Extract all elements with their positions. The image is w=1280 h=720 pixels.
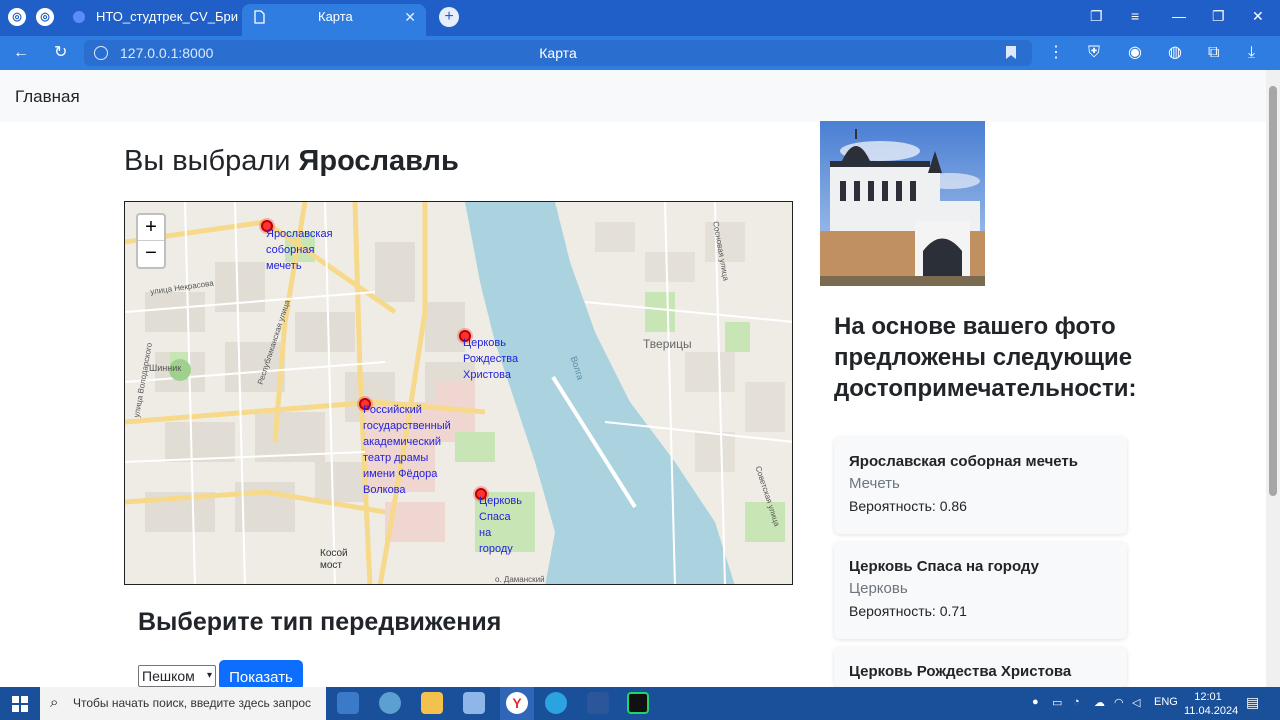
home-link[interactable]: Главная [15,87,80,107]
windows-taskbar: ⌕ Чтобы начать поиск, введите здесь запр… [0,687,1280,720]
back-arrow-icon[interactable]: ← [13,43,29,63]
word-icon[interactable] [587,692,609,714]
hamburger-menu-icon[interactable]: ≡ [1131,8,1139,24]
globe-icon[interactable]: ◍ [1168,43,1182,63]
more-options-icon[interactable]: ⋮ [1048,43,1064,63]
address-page-title: Карта [539,45,577,61]
volume-icon[interactable]: ◁ [1132,696,1140,709]
file-explorer-icon[interactable] [421,692,443,714]
recommendation-card[interactable]: Церковь Спаса на городу Церковь Вероятно… [834,542,1127,639]
landmark-type: Мечеть [849,475,900,492]
minimize-icon[interactable]: — [1172,8,1186,24]
close-window-icon[interactable]: ✕ [1252,8,1264,25]
taskbar-clock[interactable]: 12:01 11.04.2024 [1184,690,1239,718]
pycharm-icon[interactable] [627,692,649,714]
shield-icon[interactable]: ⛨ [1088,43,1100,63]
page-scrollbar[interactable] [1266,70,1280,687]
windows-start-icon[interactable] [12,696,28,712]
map-tiles [125,202,792,584]
telegram-icon[interactable] [545,692,567,714]
uploaded-photo [820,121,985,286]
zoom-out-button[interactable]: − [138,241,164,267]
address-bar[interactable]: 127.0.0.1:8000 Карта [84,40,1032,66]
city-map[interactable]: + − Тверицы Волга улица Некрасова Шинник… [124,201,793,585]
clock-time: 12:01 [1194,691,1222,703]
notifications-icon[interactable]: ▤ [1246,694,1259,711]
map-marker-label: Церковь Рождества Христова [463,337,519,381]
translate-icon[interactable]: ⧉ [1208,43,1219,63]
wifi-icon[interactable]: ◠ [1114,696,1124,709]
heading-prefix: Вы выбрали [124,145,299,177]
tab-brief-label: НТО_студтрек_CV_Бриф_ф [96,9,238,24]
map-label-damanskiy: о. Даманский [495,575,545,584]
tab-search-icon[interactable]: ❐ [1090,8,1103,25]
selected-city: Ярославль [298,145,459,177]
landmark-name: Ярославская соборная мечеть [849,453,1078,470]
browser-toolbar: ← ↻ 127.0.0.1:8000 Карта ⋮ ⛨ ◉ ◍ ⧉ ⤓ [0,36,1280,70]
tab-map[interactable]: Карта ✕ [242,4,426,36]
browser-menu-icon[interactable]: ◎ [8,8,26,26]
tab-brief[interactable]: НТО_студтрек_CV_Бриф_ф [62,4,238,36]
transport-select[interactable]: Пешком ▾ [138,665,216,687]
power-icon[interactable]: ◔ [1073,696,1080,708]
taskbar-search[interactable]: ⌕ Чтобы начать поиск, введите здесь запр… [40,687,326,720]
scrollbar-thumb[interactable] [1269,86,1277,496]
landmark-probability: Вероятность: 0.86 [849,498,967,514]
browser-tab-strip: ◎ ◎ НТО_студтрек_CV_Бриф_ф Карта ✕ + ❐ ≡… [0,0,1280,36]
site-navbar: Главная [0,70,1266,122]
transport-select-value: Пешком [142,668,195,684]
yandex-icon: Y [506,692,528,714]
taskbar-search-placeholder: Чтобы начать поиск, введите здесь запрос [73,696,312,710]
restore-icon[interactable]: ❐ [1212,8,1225,25]
search-icon: ⌕ [50,694,59,711]
document-favicon-icon [73,11,85,23]
yandex-browser-taskbar-button[interactable]: Y [500,687,534,720]
files-app-icon[interactable] [337,692,359,714]
map-marker-label: Церковь Спаса на городу [479,495,523,555]
recommendation-card[interactable]: Церковь Рождества Христова [834,647,1127,687]
zoom-in-button[interactable]: + [138,215,164,241]
downloads-icon[interactable]: ⤓ [1248,43,1255,63]
reload-icon[interactable]: ↻ [54,43,67,63]
mosque-photo-image [820,121,985,286]
battery-icon[interactable]: ▭ [1052,696,1062,709]
new-tab-button[interactable]: + [439,7,459,27]
page-favicon-icon [254,10,265,24]
language-indicator[interactable]: ENG [1154,696,1178,708]
tray-status-icon[interactable]: ● [1032,696,1039,708]
clock-date: 11.04.2024 [1184,705,1239,717]
landmark-type: Церковь [849,580,908,597]
assistant-icon[interactable]: ◉ [1128,43,1142,63]
browser-app-icon[interactable] [379,692,401,714]
landmark-probability: Вероятность: 0.71 [849,603,967,619]
transport-heading: Выберите тип передвижения [138,608,502,636]
map-label-kosoy-most: Косой мост [320,548,348,571]
tab-map-label: Карта [318,9,353,24]
notepad-icon[interactable] [463,692,485,714]
page-title: Вы выбрали Ярославль [124,145,459,178]
recommendations-heading: На основе вашего фото предложены следующ… [834,313,1137,402]
show-route-button[interactable]: Показать [219,660,303,690]
zoom-control: + − [136,213,166,269]
chevron-down-icon: ▾ [206,670,212,681]
recommendation-card[interactable]: Ярославская соборная мечеть Мечеть Вероя… [834,437,1127,534]
browser-workspace-icon[interactable]: ◎ [36,8,54,26]
cloud-icon[interactable]: ☁ [1094,696,1105,709]
map-marker-label: Ярославская соборная мечеть [266,228,333,272]
map-label-tveritsy: Тверицы [643,337,692,351]
map-marker-label: Российский государственный академический… [363,404,451,496]
landmark-name: Церковь Рождества Христова [849,663,1072,680]
landmark-name: Церковь Спаса на городу [849,558,1039,575]
close-tab-icon[interactable]: ✕ [404,4,416,30]
